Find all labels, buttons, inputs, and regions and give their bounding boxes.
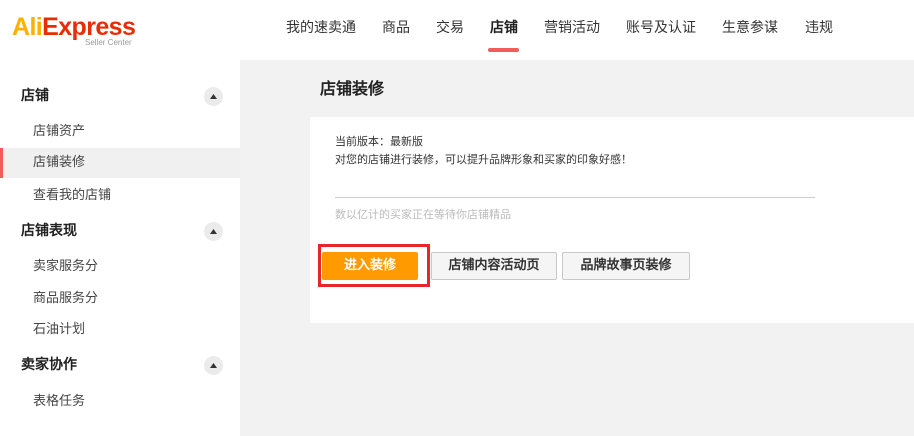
sidebar: 店铺 店铺资产 店铺装修 查看我的店铺 店铺表现 卖家服务分 商品服务分 石油计… bbox=[0, 60, 240, 436]
buyers-waiting-hint: 数以亿计的买家正在等待你店铺精品 bbox=[335, 208, 511, 221]
top-header: AliExpress Seller Center 我的速卖通 商品 交易 店铺 … bbox=[0, 0, 914, 60]
sidebar-item-store-assets[interactable]: 店铺资产 bbox=[0, 117, 240, 147]
aliexpress-logo[interactable]: AliExpress Seller Center bbox=[12, 12, 142, 47]
brand-story-page-button[interactable]: 品牌故事页装修 bbox=[562, 252, 690, 280]
highlight-annotation-box bbox=[318, 244, 430, 287]
page-title: 店铺装修 bbox=[320, 79, 385, 98]
nav-account-verification[interactable]: 账号及认证 bbox=[626, 18, 696, 38]
chevron-up-icon bbox=[210, 363, 217, 368]
sidebar-item-oil-plan[interactable]: 石油计划 bbox=[0, 315, 240, 345]
divider bbox=[335, 197, 815, 198]
active-nav-indicator bbox=[488, 48, 519, 52]
sidebar-item-view-my-store[interactable]: 查看我的店铺 bbox=[0, 181, 240, 211]
nav-business-advisor[interactable]: 生意参谋 bbox=[722, 18, 778, 38]
content-activity-page-button[interactable]: 店铺内容活动页 bbox=[431, 252, 557, 280]
current-version-text: 当前版本：最新版 bbox=[335, 135, 423, 148]
nav-transactions[interactable]: 交易 bbox=[436, 18, 464, 38]
decoration-panel: 当前版本：最新版 对您的店铺进行装修，可以提升品牌形象和买家的印象好感！ 数以亿… bbox=[310, 117, 914, 323]
nav-marketing[interactable]: 营销活动 bbox=[544, 18, 600, 38]
nav-violations[interactable]: 违规 bbox=[805, 18, 833, 38]
sidebar-item-product-service-score[interactable]: 商品服务分 bbox=[0, 284, 240, 314]
sidebar-item-seller-service-score[interactable]: 卖家服务分 bbox=[0, 252, 240, 282]
sidebar-item-store-decoration[interactable]: 店铺装修 bbox=[0, 148, 240, 178]
logo-ali-text: Ali bbox=[12, 13, 43, 41]
collapse-performance-button[interactable] bbox=[204, 222, 223, 241]
sidebar-group-store[interactable]: 店铺 bbox=[21, 86, 49, 106]
sidebar-group-store-performance[interactable]: 店铺表现 bbox=[21, 221, 77, 241]
collapse-store-button[interactable] bbox=[204, 87, 223, 106]
sidebar-item-form-tasks[interactable]: 表格任务 bbox=[0, 387, 240, 417]
chevron-up-icon bbox=[210, 229, 217, 234]
decoration-description: 对您的店铺进行装修，可以提升品牌形象和买家的印象好感！ bbox=[335, 153, 632, 166]
nav-store[interactable]: 店铺 bbox=[490, 18, 518, 38]
sidebar-group-seller-collaboration[interactable]: 卖家协作 bbox=[21, 355, 77, 375]
logo-express-text: Express bbox=[42, 13, 136, 41]
chevron-up-icon bbox=[210, 94, 217, 99]
nav-products[interactable]: 商品 bbox=[382, 18, 410, 38]
logo-subtitle: Seller Center bbox=[85, 38, 132, 47]
collapse-collaboration-button[interactable] bbox=[204, 356, 223, 375]
nav-my-aliexpress[interactable]: 我的速卖通 bbox=[286, 18, 356, 38]
